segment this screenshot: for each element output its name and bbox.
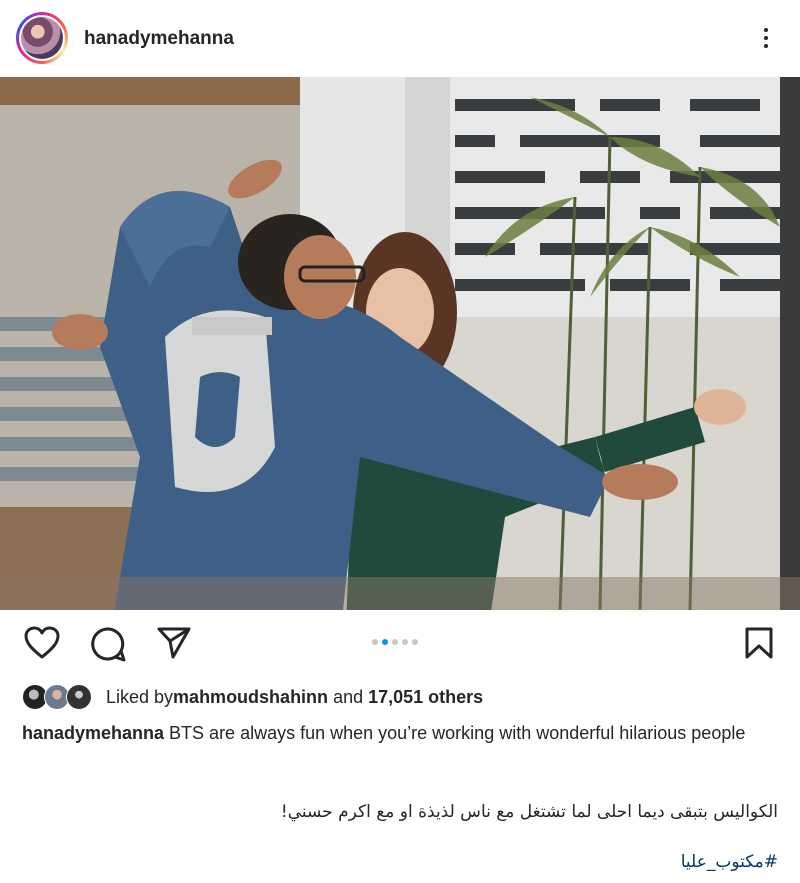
send-icon[interactable] <box>156 626 192 660</box>
photo-illustration <box>0 77 800 610</box>
carousel-dot <box>412 639 418 645</box>
avatar-image <box>21 17 63 59</box>
carousel-dot <box>402 639 408 645</box>
profile-avatar[interactable] <box>16 12 68 64</box>
bookmark-icon[interactable] <box>744 626 774 660</box>
carousel-dot <box>392 639 398 645</box>
caption-hashtag[interactable]: #مكتوب_عليا <box>681 852 778 872</box>
caption-text: BTS are always fun when you’re working w… <box>164 723 746 743</box>
post-header: hanadymehanna <box>0 0 800 76</box>
post-caption: hanadymehanna BTS are always fun when yo… <box>22 720 782 747</box>
heart-icon[interactable] <box>24 626 60 660</box>
carousel-indicator <box>372 639 418 645</box>
caption-username[interactable]: hanadymehanna <box>22 723 164 743</box>
avatar-frame <box>19 15 65 61</box>
comment-icon[interactable] <box>90 626 126 662</box>
likes-row: Liked by mahmoudshahinn and 17,051 other… <box>22 683 483 711</box>
carousel-dot <box>382 639 388 645</box>
caption-arabic-text: الكواليس بتبقى ديما احلى لما تشتغل مع نا… <box>280 802 778 822</box>
post-username[interactable]: hanadymehanna <box>84 28 234 50</box>
carousel-dot <box>372 639 378 645</box>
more-options-icon[interactable] <box>752 24 780 52</box>
liker-avatars[interactable] <box>22 684 98 710</box>
liker-avatar <box>66 684 92 710</box>
liker-username[interactable]: mahmoudshahinn <box>173 687 328 708</box>
likes-count[interactable]: 17,051 others <box>368 687 483 708</box>
post-photo[interactable] <box>0 77 800 610</box>
likes-connector: and <box>328 686 369 707</box>
liked-by-label: Liked by <box>106 686 174 707</box>
